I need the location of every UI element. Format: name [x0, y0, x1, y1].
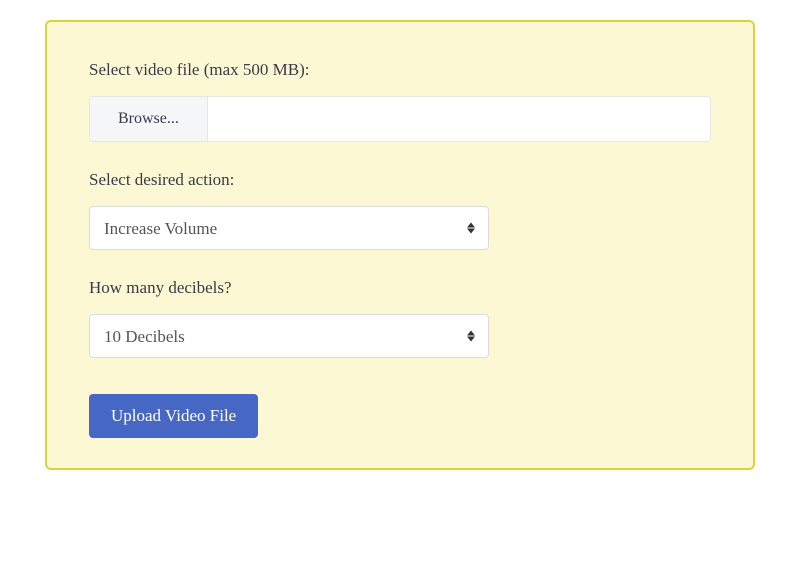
file-name-display[interactable] — [208, 97, 710, 141]
action-select-label: Select desired action: — [89, 170, 711, 190]
upload-submit-button[interactable]: Upload Video File — [89, 394, 258, 438]
action-select-wrapper: Increase Volume — [89, 206, 489, 250]
decibels-select[interactable]: 10 Decibels — [89, 314, 489, 358]
action-select[interactable]: Increase Volume — [89, 206, 489, 250]
file-input-label: Select video file (max 500 MB): — [89, 60, 711, 80]
decibels-select-wrapper: 10 Decibels — [89, 314, 489, 358]
browse-button[interactable]: Browse... — [90, 97, 208, 141]
file-input-group: Browse... — [89, 96, 711, 142]
decibels-select-label: How many decibels? — [89, 278, 711, 298]
video-upload-form: Select video file (max 500 MB): Browse..… — [45, 20, 755, 470]
